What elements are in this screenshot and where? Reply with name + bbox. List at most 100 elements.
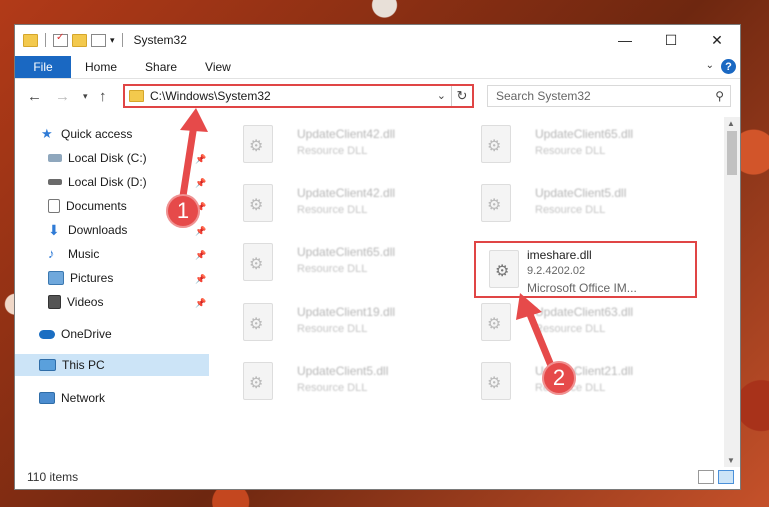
vertical-scrollbar[interactable]: ▲ ▼ (724, 117, 740, 467)
pin-icon[interactable]: 📌 (195, 154, 206, 165)
tab-home[interactable]: Home (71, 56, 131, 78)
expand-ribbon-icon[interactable]: ⌄ (706, 60, 714, 71)
dll-file-icon (481, 184, 511, 222)
dll-file-icon (481, 362, 511, 400)
close-button[interactable]: ✕ (694, 25, 740, 55)
list-item[interactable]: UpdateClient5.dll Resource DLL (233, 356, 463, 406)
file-name: UpdateClient19.dll (297, 305, 396, 319)
list-item[interactable]: UpdateClient65.dll Resource DLL (471, 119, 701, 169)
dll-file-icon (481, 303, 511, 341)
sidebar-item-videos[interactable]: Videos (48, 291, 103, 313)
dll-file-icon (243, 243, 273, 281)
sidebar-item-pictures[interactable]: Pictures (48, 267, 113, 289)
tiles-view-icon[interactable] (718, 470, 734, 484)
scroll-thumb[interactable] (727, 131, 737, 175)
refresh-icon[interactable]: ↻ (451, 86, 472, 106)
scroll-up-icon[interactable]: ▲ (727, 119, 735, 128)
sidebar-item-label: This PC (62, 358, 105, 372)
dll-file-icon (243, 362, 273, 400)
divider (45, 33, 46, 47)
search-icon[interactable]: ⚲ (715, 89, 724, 103)
file-name: UpdateClient63.dll (535, 305, 634, 319)
address-bar[interactable]: C:\Windows\System32 ⌄ ↻ (123, 84, 474, 108)
step-badge-1: 1 (166, 194, 200, 228)
new-folder-icon[interactable] (72, 33, 87, 47)
navigation-bar: ← → ▾ ↑ C:\Windows\System32 ⌄ ↻ Search S… (15, 82, 740, 112)
sidebar-item-label: Downloads (68, 223, 128, 237)
properties-check-icon[interactable]: ✓ (53, 32, 68, 47)
sidebar-item-onedrive[interactable]: OneDrive (39, 323, 112, 345)
address-path[interactable]: C:\Windows\System32 (150, 89, 271, 103)
recent-locations-icon[interactable]: ▾ (83, 91, 88, 102)
file-name: UpdateClient42.dll (297, 127, 396, 141)
list-item[interactable]: UpdateClient65.dll Resource DLL (233, 237, 463, 287)
computer-icon (39, 359, 56, 371)
tab-file[interactable]: File (15, 56, 71, 78)
search-placeholder: Search System32 (496, 89, 591, 103)
sidebar-item-local-disk-d[interactable]: Local Disk (D:) (48, 171, 147, 193)
pin-icon[interactable]: 📌 (195, 250, 206, 261)
file-type: Resource DLL (535, 145, 606, 157)
sidebar-item-downloads[interactable]: ⬇ Downloads (48, 219, 127, 241)
sidebar-item-documents[interactable]: Documents (48, 195, 127, 217)
navigation-pane: ★ Quick access Local Disk (C:) 📌 Local D… (15, 117, 210, 465)
back-arrow-icon[interactable]: ← (27, 88, 42, 105)
sidebar-item-local-disk-c[interactable]: Local Disk (C:) (48, 147, 147, 169)
file-name: UpdateClient65.dll (535, 127, 634, 141)
sidebar-item-music[interactable]: ♪ Music (48, 243, 99, 265)
pin-icon[interactable]: 📌 (195, 178, 206, 189)
list-item[interactable]: UpdateClient21.dll Resource DLL (471, 356, 701, 406)
file-explorer-window: ✓ ▾ System32 — ☐ ✕ File Home Share View … (14, 24, 741, 490)
sidebar-item-this-pc[interactable]: This PC (39, 354, 105, 376)
pin-icon[interactable]: 📌 (195, 298, 206, 309)
network-icon (39, 392, 55, 404)
status-bar: 110 items (15, 465, 740, 489)
list-item[interactable]: UpdateClient42.dll Resource DLL (233, 178, 463, 228)
sidebar-item-label: Local Disk (C:) (68, 151, 147, 165)
dll-file-icon (243, 303, 273, 341)
sidebar-item-label: Videos (67, 295, 104, 309)
chevron-down-icon[interactable]: ▾ (110, 35, 115, 46)
pin-icon[interactable]: 📌 (195, 274, 206, 285)
forward-arrow-icon[interactable]: → (55, 88, 70, 105)
file-type: Resource DLL (297, 382, 368, 394)
drive-icon (48, 179, 62, 185)
video-film-icon (48, 295, 61, 309)
cloud-icon (39, 329, 55, 339)
minimize-button[interactable]: — (602, 25, 648, 55)
highlight-box (474, 241, 697, 298)
file-type: Resource DLL (297, 263, 368, 275)
view-toggle (698, 470, 734, 484)
window-title: System32 (133, 33, 187, 47)
details-view-icon[interactable] (698, 470, 714, 484)
tab-share[interactable]: Share (131, 56, 191, 78)
sidebar-item-quick-access[interactable]: ★ Quick access (41, 123, 132, 145)
window-controls: — ☐ ✕ (602, 25, 740, 55)
file-type: Resource DLL (297, 323, 368, 335)
search-input[interactable]: Search System32 ⚲ (487, 85, 731, 107)
sidebar-item-label: OneDrive (61, 327, 112, 341)
up-arrow-icon[interactable]: ↑ (99, 88, 107, 105)
file-type: Resource DLL (297, 204, 368, 216)
file-name: UpdateClient5.dll (535, 186, 627, 200)
dll-file-icon (243, 184, 273, 222)
scroll-down-icon[interactable]: ▼ (727, 456, 735, 465)
list-item[interactable]: UpdateClient42.dll Resource DLL (233, 119, 463, 169)
download-arrow-icon: ⬇ (48, 222, 60, 238)
sidebar-item-label: Music (68, 247, 100, 261)
ribbon-tabs: File Home Share View ⌄ ? (15, 56, 740, 79)
pin-icon[interactable]: 📌 (195, 226, 206, 237)
help-icon[interactable]: ? (721, 59, 736, 74)
list-item[interactable]: UpdateClient5.dll Resource DLL (471, 178, 701, 228)
sidebar-item-network[interactable]: Network (39, 387, 105, 409)
file-name: UpdateClient42.dll (297, 186, 396, 200)
drive-icon (48, 154, 62, 162)
list-item[interactable]: UpdateClient19.dll Resource DLL (233, 297, 463, 347)
maximize-button[interactable]: ☐ (648, 25, 694, 55)
title-bar: ✓ ▾ System32 — ☐ ✕ (15, 25, 740, 55)
tab-view[interactable]: View (191, 56, 245, 78)
list-item[interactable]: UpdateClient63.dll Resource DLL (471, 297, 701, 347)
customize-toolbar-icon[interactable] (91, 33, 106, 47)
chevron-down-icon[interactable]: ⌄ (437, 89, 446, 102)
sidebar-item-label: Local Disk (D:) (68, 175, 147, 189)
